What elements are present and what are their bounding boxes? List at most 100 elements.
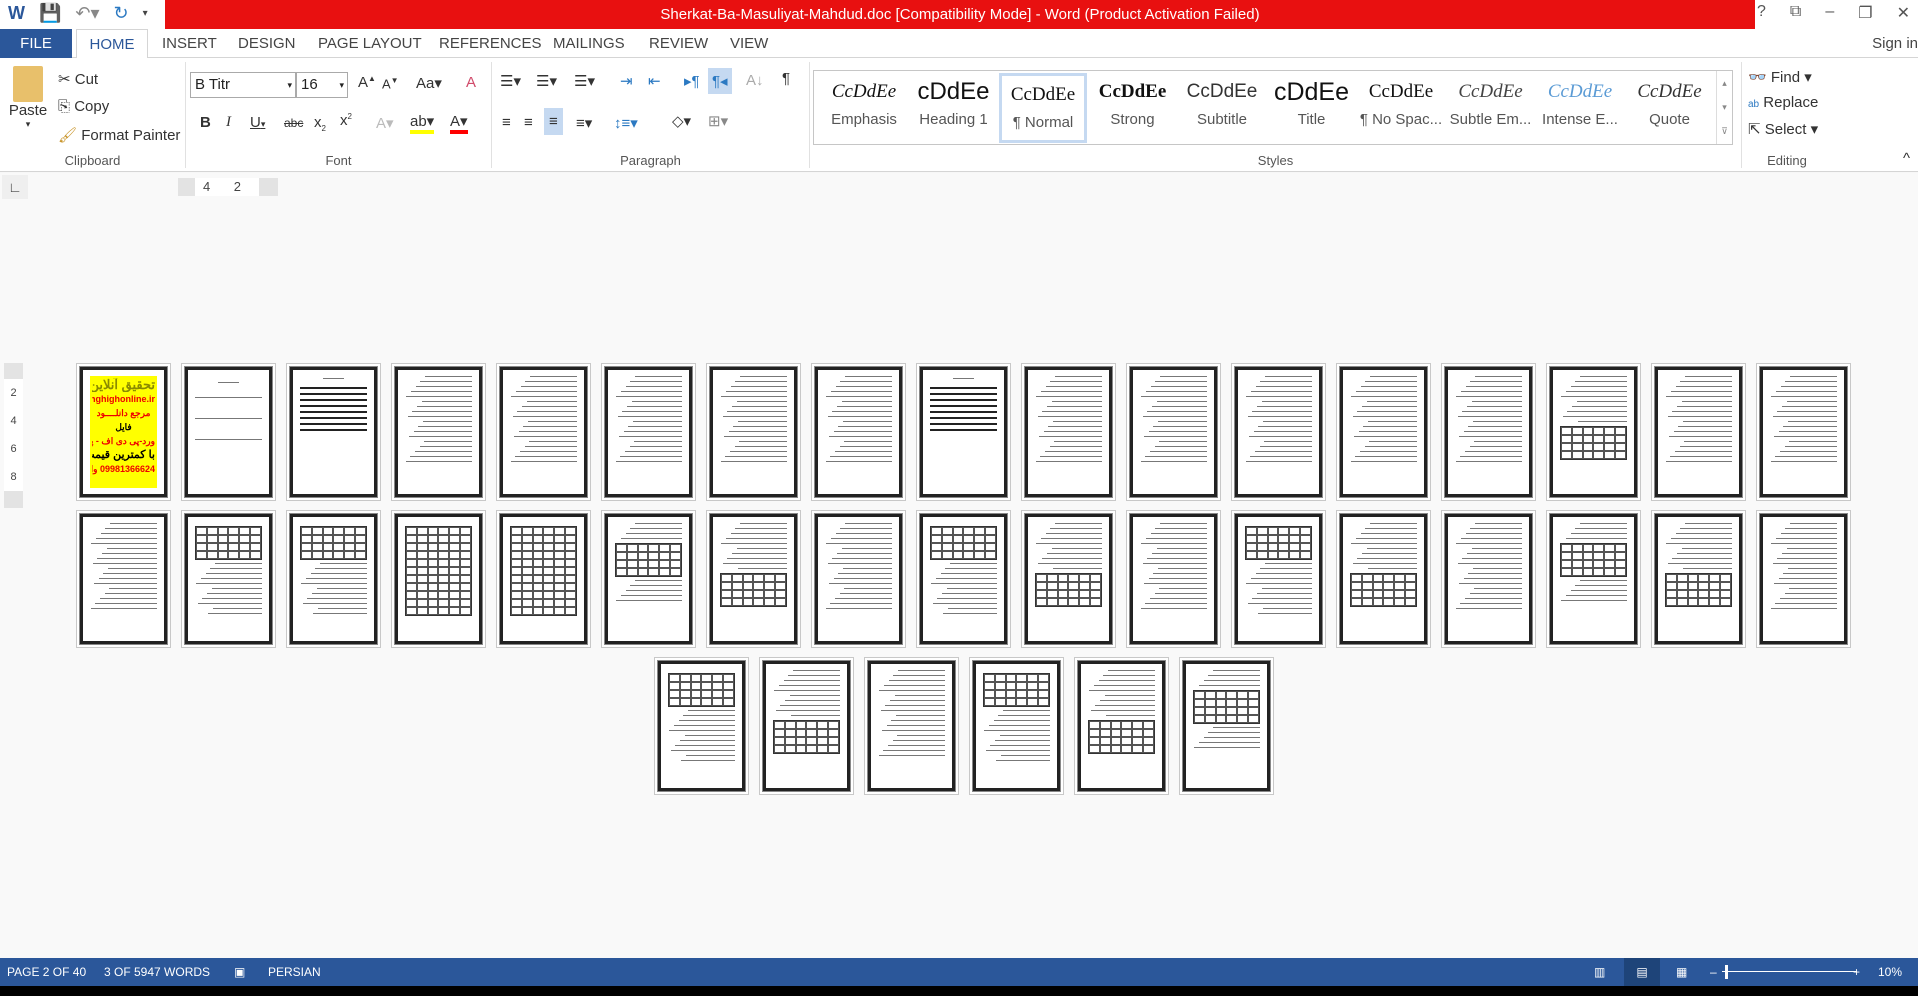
page-thumbnail[interactable] [391, 363, 486, 501]
close-button[interactable]: ✕ [1897, 3, 1910, 23]
tab-view[interactable]: VIEW [730, 29, 768, 58]
tab-page-layout[interactable]: PAGE LAYOUT [318, 29, 422, 58]
tab-references[interactable]: REFERENCES [439, 29, 542, 58]
superscript-button[interactable]: x2 [340, 112, 352, 129]
page-thumbnail[interactable] [601, 510, 696, 648]
page-thumbnail[interactable] [759, 657, 854, 795]
page-thumbnail[interactable] [706, 510, 801, 648]
ribbon-display-button[interactable]: ⧉ [1790, 3, 1801, 23]
bullets-button[interactable]: ☰▾ [500, 72, 521, 90]
page-thumbnail[interactable] [286, 510, 381, 648]
align-center-icon[interactable]: ≡ [524, 114, 533, 131]
sort-icon[interactable]: A↓ [746, 72, 764, 89]
page-thumbnail[interactable] [76, 510, 171, 648]
page-thumbnail[interactable] [811, 510, 906, 648]
page-thumbnail[interactable] [1336, 510, 1431, 648]
undo-icon[interactable]: ↶▾ [75, 3, 99, 24]
borders-icon[interactable]: ⊞▾ [708, 112, 728, 130]
page-thumbnail[interactable] [286, 363, 381, 501]
zoom-slider-thumb[interactable] [1724, 965, 1728, 979]
shading-icon[interactable]: ◇▾ [672, 112, 691, 130]
page-thumbnail[interactable] [1126, 510, 1221, 648]
highlight-color-button[interactable]: ab▾ [410, 112, 435, 134]
page-thumbnail[interactable] [1021, 510, 1116, 648]
page-count[interactable]: PAGE 2 OF 40 [7, 958, 86, 986]
align-left-icon[interactable]: ≡ [502, 114, 511, 131]
italic-button[interactable]: I [226, 114, 231, 131]
page-thumbnail[interactable] [496, 510, 591, 648]
font-name-field[interactable]: B Titr ▾ [190, 72, 296, 98]
style-intense-e[interactable]: CcDdEe Intense E... [1536, 73, 1624, 143]
page-thumbnail[interactable] [1231, 510, 1326, 648]
increase-indent-icon[interactable]: ⇤ [648, 72, 661, 90]
change-case-button[interactable]: Aa▾ [416, 74, 442, 92]
style-quote[interactable]: CcDdEe Quote [1626, 73, 1714, 143]
page-thumbnail[interactable] [1441, 363, 1536, 501]
page-thumbnail[interactable] [391, 510, 486, 648]
page-thumbnail[interactable] [916, 510, 1011, 648]
redo-icon[interactable]: ↻ [114, 3, 129, 24]
restore-button[interactable]: ❐ [1858, 3, 1872, 23]
style-normal[interactable]: CcDdEe ¶ Normal [999, 73, 1087, 143]
page-thumbnail[interactable] [1651, 510, 1746, 648]
tab-review[interactable]: REVIEW [649, 29, 708, 58]
page-thumbnail[interactable] [601, 363, 696, 501]
paste-button[interactable]: Paste ▾ [8, 66, 48, 130]
page-thumbnail[interactable] [864, 657, 959, 795]
page-thumbnail[interactable] [654, 657, 749, 795]
tab-insert[interactable]: INSERT [162, 29, 217, 58]
read-mode-icon[interactable]: ▥ [1594, 958, 1605, 986]
text-effects-button[interactable]: A▾ [376, 114, 394, 132]
page-thumbnail[interactable] [496, 363, 591, 501]
styles-scrollbar[interactable]: ▴ ▾ ⊽ [1716, 71, 1732, 144]
align-right-icon[interactable]: ≡ [544, 108, 563, 135]
web-layout-icon[interactable]: ▦ [1676, 958, 1687, 986]
style-subtle-em[interactable]: CcDdEe Subtle Em... [1447, 73, 1535, 143]
word-count[interactable]: 3 OF 5947 WORDS [104, 958, 210, 986]
collapse-ribbon-icon[interactable]: ^ [1903, 150, 1910, 167]
chevron-down-icon[interactable]: ▾ [339, 73, 344, 97]
zoom-slider[interactable] [1722, 971, 1857, 972]
sign-in-link[interactable]: Sign in [1872, 29, 1918, 58]
page-thumbnail[interactable] [1756, 363, 1851, 501]
page-thumbnail[interactable]: تحقیق آنلاینTahghighonline.irمرجع دانلــ… [76, 363, 171, 501]
subscript-button[interactable]: x2 [314, 114, 326, 133]
tab-home[interactable]: HOME [76, 29, 148, 59]
save-icon[interactable]: 💾 [39, 3, 61, 24]
shrink-font-button[interactable]: A▼ [382, 76, 399, 91]
tab-file[interactable]: FILE [0, 29, 72, 58]
rtl-icon[interactable]: ¶◂ [708, 68, 732, 94]
justify-icon[interactable]: ≡▾ [576, 114, 592, 132]
page-thumbnail[interactable] [1756, 510, 1851, 648]
decrease-indent-icon[interactable]: ⇥ [620, 72, 633, 90]
page-thumbnail[interactable] [1546, 510, 1641, 648]
page-thumbnail[interactable] [1126, 363, 1221, 501]
replace-button[interactable]: ab Replace [1748, 94, 1818, 111]
page-thumbnail[interactable] [1651, 363, 1746, 501]
tab-design[interactable]: DESIGN [238, 29, 296, 58]
show-marks-icon[interactable]: ¶ [782, 70, 790, 87]
zoom-in-button[interactable]: + [1853, 958, 1860, 986]
page-thumbnail[interactable] [1546, 363, 1641, 501]
help-button[interactable]: ? [1757, 3, 1766, 23]
proofing-icon[interactable]: ▣ [234, 958, 245, 986]
style-heading-1[interactable]: cDdEe Heading 1 [910, 73, 998, 143]
font-color-button[interactable]: A▾ [450, 112, 468, 134]
format-painter-button[interactable]: 🖌 Format Painter [58, 126, 180, 144]
page-thumbnail[interactable] [811, 363, 906, 501]
style-subtitle[interactable]: CcDdEe Subtitle [1178, 73, 1266, 143]
page-thumbnail[interactable] [1021, 363, 1116, 501]
ltr-icon[interactable]: ▸¶ [684, 72, 700, 90]
font-size-field[interactable]: 16 ▾ [296, 72, 348, 98]
tab-mailings[interactable]: MAILINGS [553, 29, 625, 58]
page-thumbnail[interactable] [916, 363, 1011, 501]
grow-font-button[interactable]: A▲ [358, 74, 376, 91]
print-layout-icon[interactable]: ▤ [1624, 958, 1660, 986]
underline-button[interactable]: U▾ [250, 114, 265, 131]
page-thumbnail[interactable] [1074, 657, 1169, 795]
customize-qat-icon[interactable]: ▾ [143, 8, 148, 19]
page-thumbnail[interactable] [181, 363, 276, 501]
zoom-level[interactable]: 10% [1878, 958, 1902, 986]
strikethrough-button[interactable]: abc [284, 116, 303, 130]
page-thumbnail[interactable] [1231, 363, 1326, 501]
